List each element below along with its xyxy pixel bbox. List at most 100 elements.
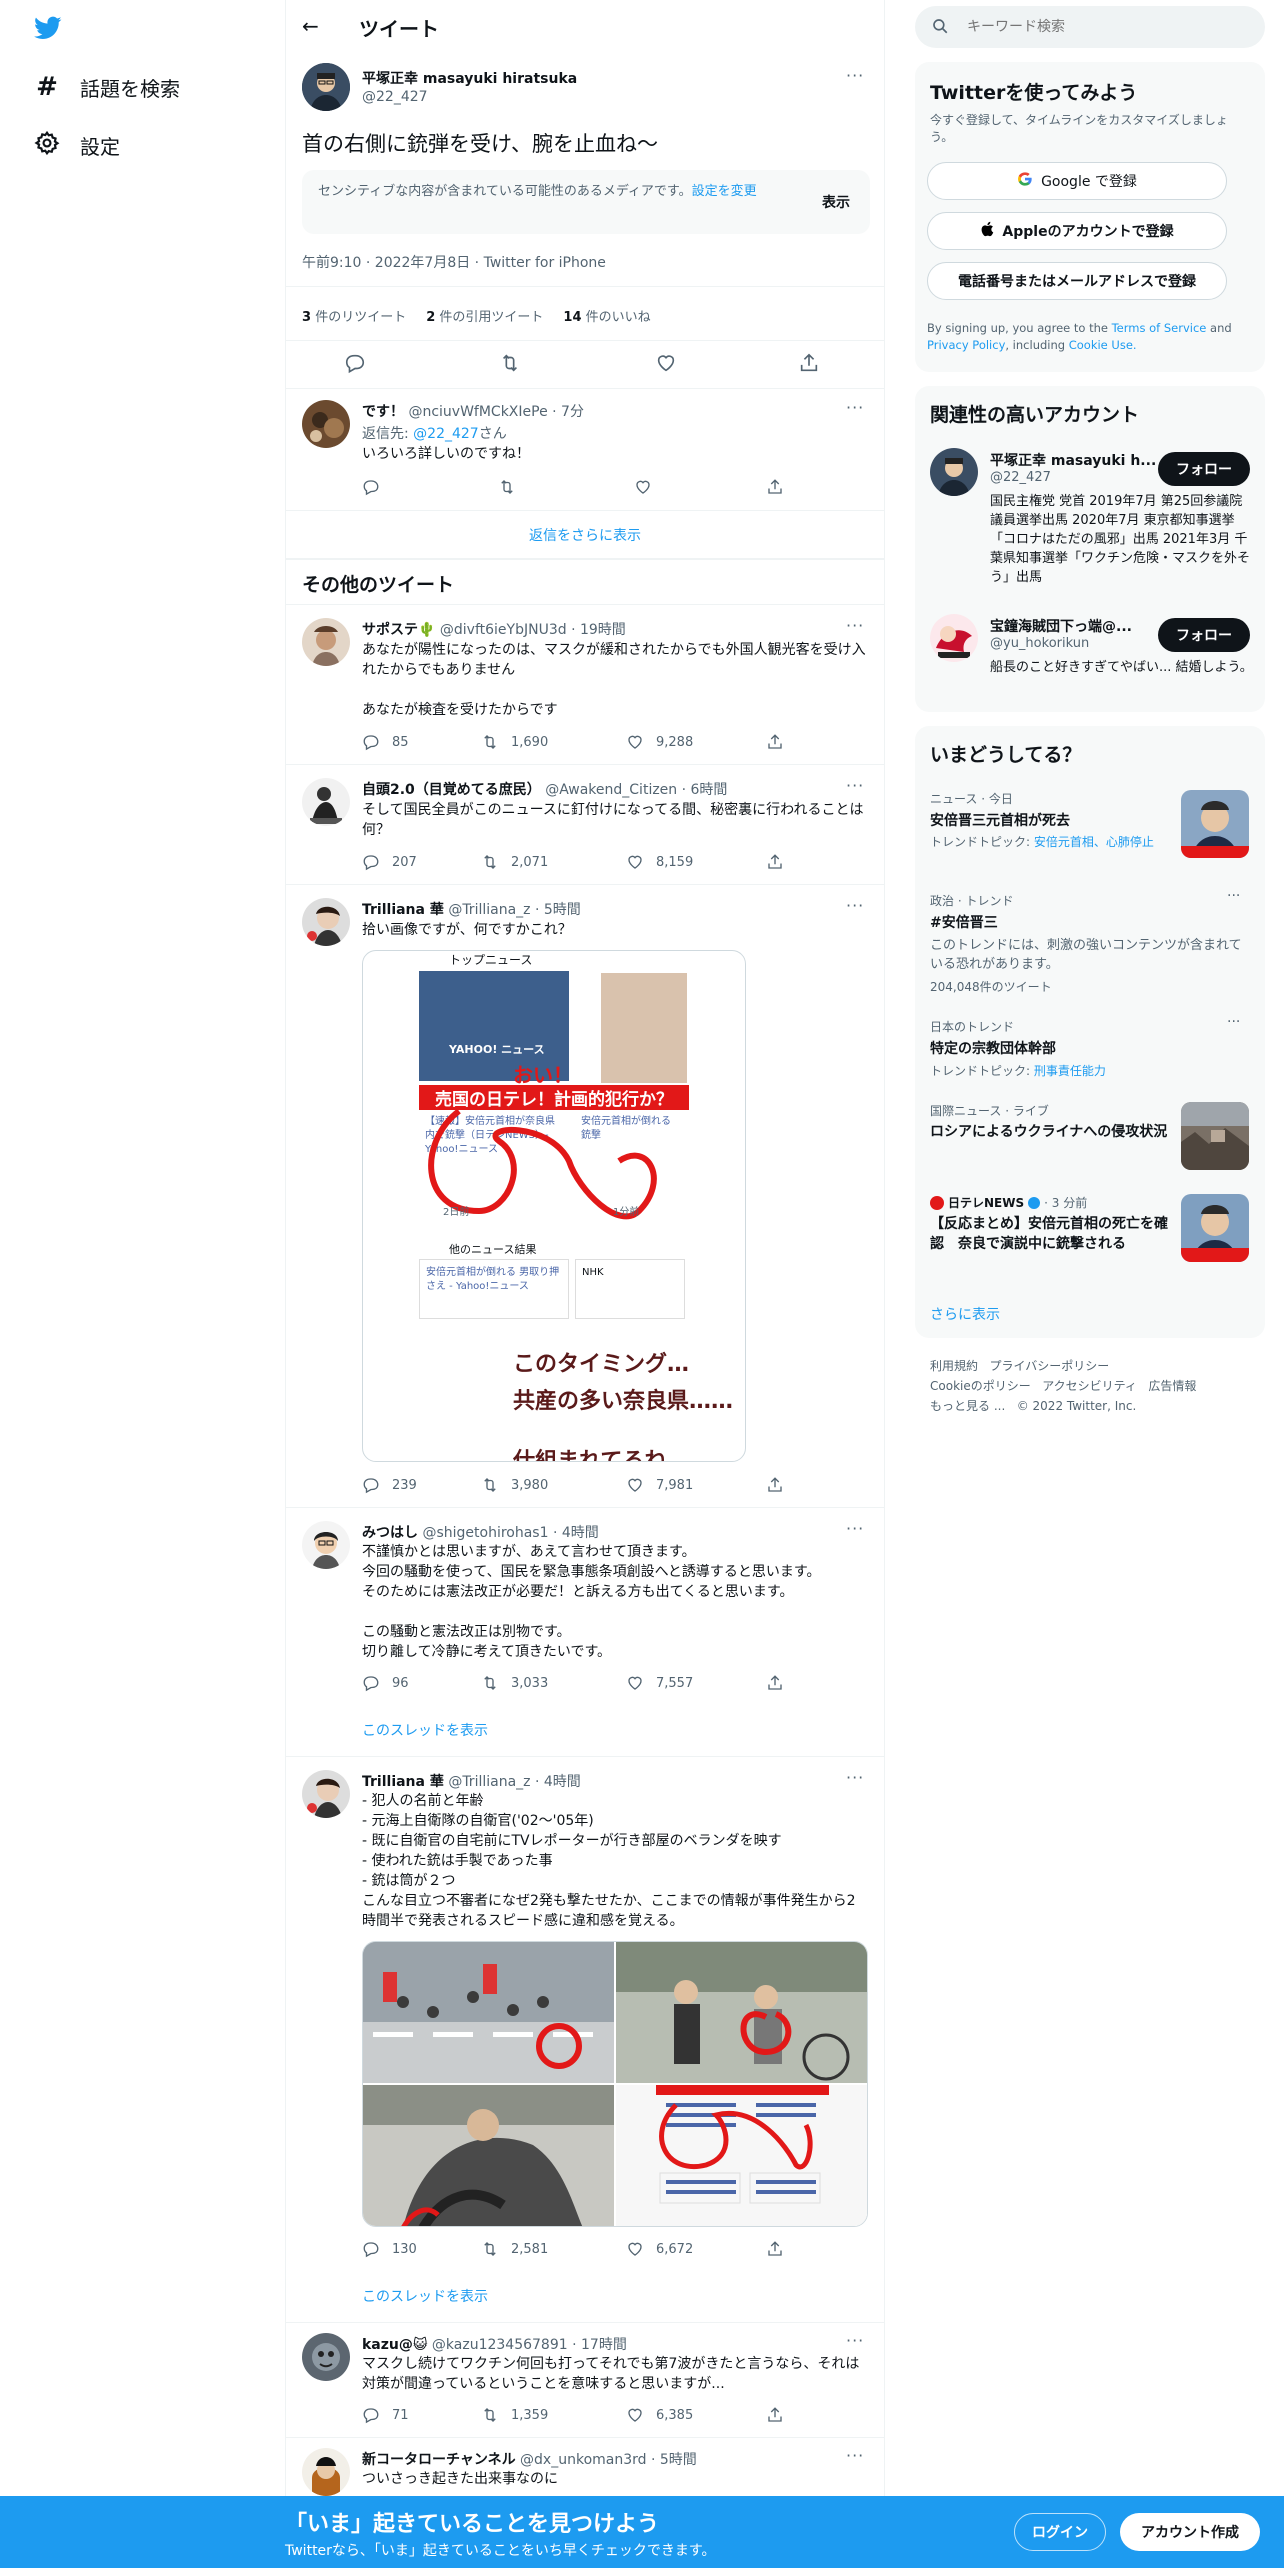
follow-button[interactable]: フォロー bbox=[1158, 452, 1250, 486]
related-account-handle[interactable]: @yu_hokorikun bbox=[990, 636, 1089, 651]
reply-button[interactable]: 71 bbox=[362, 2406, 409, 2424]
privacy-link[interactable]: Privacy Policy bbox=[927, 338, 1005, 352]
reply-to-handle-link[interactable]: @22_427 bbox=[413, 426, 479, 442]
trends-show-more-link[interactable]: さらに表示 bbox=[930, 1304, 1000, 1324]
footer-more-link[interactable]: もっと見る ... bbox=[930, 1399, 1005, 1413]
like-button[interactable]: 7,981 bbox=[626, 1476, 693, 1494]
retweet-button[interactable]: 1,690 bbox=[481, 733, 548, 751]
retweet-button[interactable]: 1,359 bbox=[481, 2406, 548, 2424]
reply-author[interactable]: です！ @nciuvWfMCkXIePe · 7分 bbox=[362, 401, 584, 421]
reply-button[interactable]: 96 bbox=[362, 1674, 409, 1692]
footer-link[interactable]: 利用規約 bbox=[930, 1359, 978, 1373]
search-input[interactable] bbox=[967, 16, 1247, 38]
like-button[interactable]: 6,672 bbox=[626, 2240, 693, 2258]
more-icon[interactable]: ··· bbox=[846, 2446, 864, 2465]
reply-icon[interactable] bbox=[344, 352, 366, 378]
tweet-author[interactable]: サポステ🌵 @divft6ieYbJNU3d · 19時間 bbox=[362, 619, 626, 639]
avatar[interactable] bbox=[930, 614, 978, 662]
trend-item[interactable]: 国際ニュース · ライブ ロシアによるウクライナへの侵攻状況 bbox=[915, 1096, 1265, 1180]
reply-button[interactable] bbox=[362, 478, 380, 496]
retweet-button[interactable]: 2,071 bbox=[481, 853, 548, 871]
more-icon[interactable]: ··· bbox=[846, 616, 864, 635]
avatar[interactable] bbox=[302, 63, 350, 111]
footer-link[interactable]: アクセシビリティ bbox=[1042, 1379, 1137, 1393]
quotes-stat[interactable]: 2 件の引用ツイート bbox=[426, 306, 543, 325]
avatar[interactable] bbox=[302, 1770, 350, 1818]
share-button[interactable] bbox=[766, 1476, 784, 1494]
author-name[interactable]: 平塚正幸 masayuki hiratsuka bbox=[362, 68, 577, 88]
share-button[interactable] bbox=[766, 478, 784, 496]
trend-item[interactable]: ニュース · 今日 安倍晋三元首相が死去 トレンドトピック: 安倍元首相、心肺停… bbox=[915, 784, 1265, 884]
terms-link[interactable]: Terms of Service bbox=[1112, 321, 1207, 335]
tweet-author[interactable]: Trilliana 華 @Trilliana_z · 5時間 bbox=[362, 899, 581, 919]
avatar[interactable] bbox=[302, 898, 350, 946]
tweet-author[interactable]: 新コータローチャンネル @dx_unkoman3rd · 5時間 bbox=[362, 2449, 697, 2469]
avatar[interactable] bbox=[302, 2448, 350, 2496]
more-icon[interactable]: ··· bbox=[846, 776, 864, 795]
back-arrow-icon[interactable]: ← bbox=[302, 14, 319, 38]
avatar[interactable] bbox=[302, 1521, 350, 1569]
phone-email-signup-button[interactable]: 電話番号またはメールアドレスで登録 bbox=[927, 262, 1227, 300]
retweet-button[interactable]: 3,033 bbox=[481, 1674, 548, 1692]
related-account-name[interactable]: 宝鐘海賊団下っ端@... bbox=[990, 616, 1132, 636]
tweet-image[interactable] bbox=[363, 2085, 614, 2226]
reply-button[interactable]: 239 bbox=[362, 1476, 417, 1494]
retweet-icon[interactable] bbox=[499, 352, 521, 378]
share-button[interactable] bbox=[766, 1674, 784, 1692]
retweets-stat[interactable]: 3 件のリツイート bbox=[302, 306, 406, 325]
footer-link[interactable]: Cookieのポリシー bbox=[930, 1379, 1031, 1393]
reply-button[interactable]: 85 bbox=[362, 733, 409, 751]
reply-button[interactable]: 207 bbox=[362, 853, 417, 871]
avatar[interactable] bbox=[302, 400, 350, 448]
share-button[interactable] bbox=[766, 2406, 784, 2424]
retweet-button[interactable] bbox=[498, 478, 516, 496]
google-signup-button[interactable]: Google で登録 bbox=[927, 162, 1227, 200]
like-button[interactable] bbox=[634, 478, 652, 496]
tweet-image[interactable] bbox=[363, 1942, 614, 2083]
twitter-logo-icon[interactable] bbox=[32, 14, 64, 46]
share-button[interactable] bbox=[766, 733, 784, 751]
nav-explore[interactable]: # 話題を検索 bbox=[34, 72, 180, 102]
related-account-handle[interactable]: @22_427 bbox=[990, 470, 1051, 485]
author-handle[interactable]: @22_427 bbox=[362, 89, 428, 105]
like-icon[interactable] bbox=[655, 352, 677, 378]
tweet-author[interactable]: Trilliana 華 @Trilliana_z · 4時間 bbox=[362, 1771, 581, 1791]
tweet-author[interactable]: 自頭2.0（目覚めてる庶民） @Awakend_Citizen · 6時間 bbox=[362, 779, 727, 799]
like-button[interactable]: 9,288 bbox=[626, 733, 693, 751]
footer-link[interactable]: プライバシーポリシー bbox=[989, 1359, 1109, 1373]
share-button[interactable] bbox=[766, 2240, 784, 2258]
retweet-button[interactable]: 2,581 bbox=[481, 2240, 548, 2258]
show-thread-link[interactable]: このスレッドを表示 bbox=[362, 2286, 488, 2306]
nav-settings[interactable]: 設定 bbox=[34, 130, 120, 161]
login-button[interactable]: ログイン bbox=[1014, 2513, 1106, 2551]
related-account-name[interactable]: 平塚正幸 masayuki h... bbox=[990, 450, 1156, 470]
trend-item[interactable]: 日本のトレンド ··· 特定の宗教団体幹部 トレンドトピック: 刑事責任能力 bbox=[915, 1012, 1265, 1082]
avatar[interactable] bbox=[302, 2333, 350, 2381]
more-icon[interactable]: ··· bbox=[1227, 888, 1240, 904]
trend-item[interactable]: 政治 · トレンド ··· #安倍晋三 このトレンドには、刺激の強いコンテンツが… bbox=[915, 886, 1265, 996]
follow-button[interactable]: フォロー bbox=[1158, 618, 1250, 652]
more-icon[interactable]: ··· bbox=[1227, 1014, 1240, 1030]
likes-stat[interactable]: 14 件のいいね bbox=[563, 306, 650, 325]
show-media-button[interactable]: 表示 bbox=[822, 192, 850, 212]
tweet-author[interactable]: kazu@😺 @kazu1234567891 · 17時間 bbox=[362, 2334, 627, 2354]
show-more-replies-link[interactable]: 返信をさらに表示 bbox=[286, 525, 884, 545]
cookie-link[interactable]: Cookie Use. bbox=[1069, 338, 1137, 352]
more-icon[interactable]: ··· bbox=[846, 896, 864, 915]
reply-button[interactable]: 130 bbox=[362, 2240, 417, 2258]
more-icon[interactable]: ··· bbox=[846, 398, 864, 417]
retweet-button[interactable]: 3,980 bbox=[481, 1476, 548, 1494]
more-icon[interactable]: ··· bbox=[846, 2331, 864, 2350]
trend-item[interactable]: 日テレNEWS · 3 分前 【反応まとめ】安倍元首相の死亡を確認 奈良で演説中… bbox=[915, 1188, 1265, 1288]
more-icon[interactable]: ··· bbox=[846, 1519, 864, 1538]
signup-button[interactable]: アカウント作成 bbox=[1120, 2513, 1260, 2551]
footer-link[interactable]: 広告情報 bbox=[1148, 1379, 1196, 1393]
share-icon[interactable] bbox=[798, 352, 820, 378]
avatar[interactable] bbox=[930, 448, 978, 496]
share-button[interactable] bbox=[766, 853, 784, 871]
tweet-author[interactable]: みつはし @shigetohirohas1 · 4時間 bbox=[362, 1522, 599, 1542]
like-button[interactable]: 6,385 bbox=[626, 2406, 693, 2424]
change-settings-link[interactable]: 設定を変更 bbox=[692, 184, 757, 199]
avatar[interactable] bbox=[302, 618, 350, 666]
tweet-image[interactable] bbox=[616, 2085, 867, 2226]
